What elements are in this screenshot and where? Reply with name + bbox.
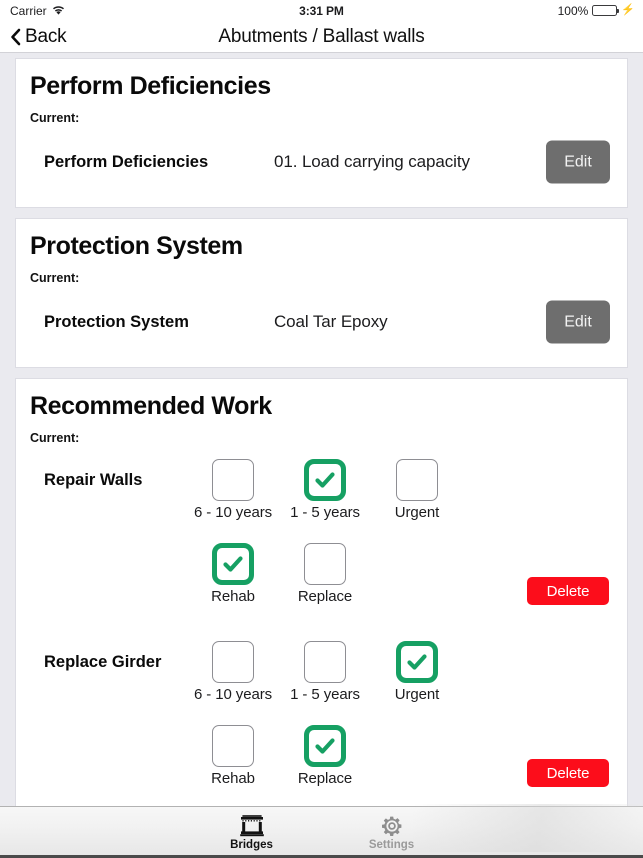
tab-label: Settings: [368, 838, 415, 851]
checkbox-box: [212, 459, 254, 501]
edit-button[interactable]: Edit: [546, 140, 610, 184]
field-label: Protection System: [44, 312, 189, 331]
card-current-label: Current:: [30, 431, 80, 445]
card-current-label: Current:: [30, 271, 80, 285]
timeframe-checkbox-row: 6 - 10 years 1 - 5 years Urgent: [16, 635, 627, 719]
tab-settings[interactable]: Settings: [346, 812, 438, 851]
action-checkbox-row: Rehab Replace Delete: [16, 537, 627, 621]
navigation-bar: Back Abutments / Ballast walls: [0, 21, 643, 53]
status-bar-right: 100% ⚡: [558, 4, 635, 18]
tab-bar: Bridges Settings: [0, 804, 643, 858]
card-title: Protection System: [30, 232, 243, 260]
card-recommended-work: Recommended Work Current: Repair Walls 6…: [15, 378, 628, 806]
checkbox-label: Replace: [297, 588, 353, 605]
tab-bar-sheen: [413, 804, 643, 852]
checkbox-label: 1 - 5 years: [290, 686, 360, 703]
checkbox-rehab[interactable]: Rehab: [190, 725, 276, 787]
gear-icon: [380, 814, 404, 838]
field-value: Coal Tar Epoxy: [274, 312, 388, 331]
scroll-content[interactable]: Perform Deficiencies Current: Perform De…: [0, 53, 643, 806]
tab-label: Bridges: [230, 838, 273, 851]
field-row: Perform Deficiencies 01. Load carrying c…: [16, 131, 627, 193]
checkbox-box: [304, 725, 346, 767]
edit-button[interactable]: Edit: [546, 300, 610, 344]
checkbox-label: Rehab: [211, 588, 255, 605]
checkbox-label: 6 - 10 years: [193, 504, 272, 521]
checkbox-label: Urgent: [394, 504, 440, 521]
status-bar-clock: 3:31 PM: [299, 3, 344, 18]
field-label: Perform Deficiencies: [44, 152, 209, 171]
field-value: 01. Load carrying capacity: [274, 152, 470, 171]
card-title: Recommended Work: [30, 392, 272, 420]
checkbox-rehab[interactable]: Rehab: [190, 543, 276, 605]
bridge-icon: [239, 814, 265, 838]
delete-button[interactable]: Delete: [527, 577, 609, 605]
checkbox-box: [212, 543, 254, 585]
checkbox-box: [304, 459, 346, 501]
status-bar: Carrier 3:31 PM 100% ⚡: [0, 0, 643, 21]
delete-button[interactable]: Delete: [527, 759, 609, 787]
checkbox-box: [212, 725, 254, 767]
card-title: Perform Deficiencies: [30, 72, 271, 100]
checkbox-label: 6 - 10 years: [193, 686, 272, 703]
page-title: Abutments / Ballast walls: [218, 26, 425, 47]
checkbox-box: [212, 641, 254, 683]
app-root: Carrier 3:31 PM 100% ⚡ Back Abutments / …: [0, 0, 643, 858]
checkbox-urgent[interactable]: Urgent: [374, 459, 460, 521]
checkbox-label: 1 - 5 years: [290, 504, 360, 521]
field-row: Protection System Coal Tar Epoxy Edit: [16, 291, 627, 353]
checkbox-6-10-years[interactable]: 6 - 10 years: [190, 459, 276, 521]
tab-bridges[interactable]: Bridges: [206, 812, 298, 851]
checkbox-1-5-years[interactable]: 1 - 5 years: [282, 641, 368, 703]
checkbox-1-5-years[interactable]: 1 - 5 years: [282, 459, 368, 521]
checkbox-box: [396, 641, 438, 683]
checkbox-box: [304, 641, 346, 683]
card-perform-deficiencies: Perform Deficiencies Current: Perform De…: [15, 58, 628, 208]
card-current-label: Current:: [30, 111, 80, 125]
checkbox-6-10-years[interactable]: 6 - 10 years: [190, 641, 276, 703]
checkbox-replace[interactable]: Replace: [282, 725, 368, 787]
card-protection-system: Protection System Current: Protection Sy…: [15, 218, 628, 368]
work-item: Repair Walls 6 - 10 years 1 - 5 years Ur…: [16, 453, 627, 621]
checkbox-label: Replace: [297, 770, 353, 787]
checkbox-box: [396, 459, 438, 501]
checkbox-urgent[interactable]: Urgent: [374, 641, 460, 703]
checkbox-box: [304, 543, 346, 585]
checkbox-label: Urgent: [394, 686, 440, 703]
timeframe-checkbox-row: 6 - 10 years 1 - 5 years Urgent: [16, 453, 627, 537]
checkbox-label: Rehab: [211, 770, 255, 787]
action-checkbox-row: Rehab Replace Delete: [16, 719, 627, 803]
battery-full-icon: [592, 5, 620, 16]
battery-percent-label: 100%: [557, 3, 589, 18]
checkbox-replace[interactable]: Replace: [282, 543, 368, 605]
lightning-bolt-icon: ⚡: [621, 4, 635, 16]
work-item: Replace Girder 6 - 10 years 1 - 5 years: [16, 635, 627, 803]
